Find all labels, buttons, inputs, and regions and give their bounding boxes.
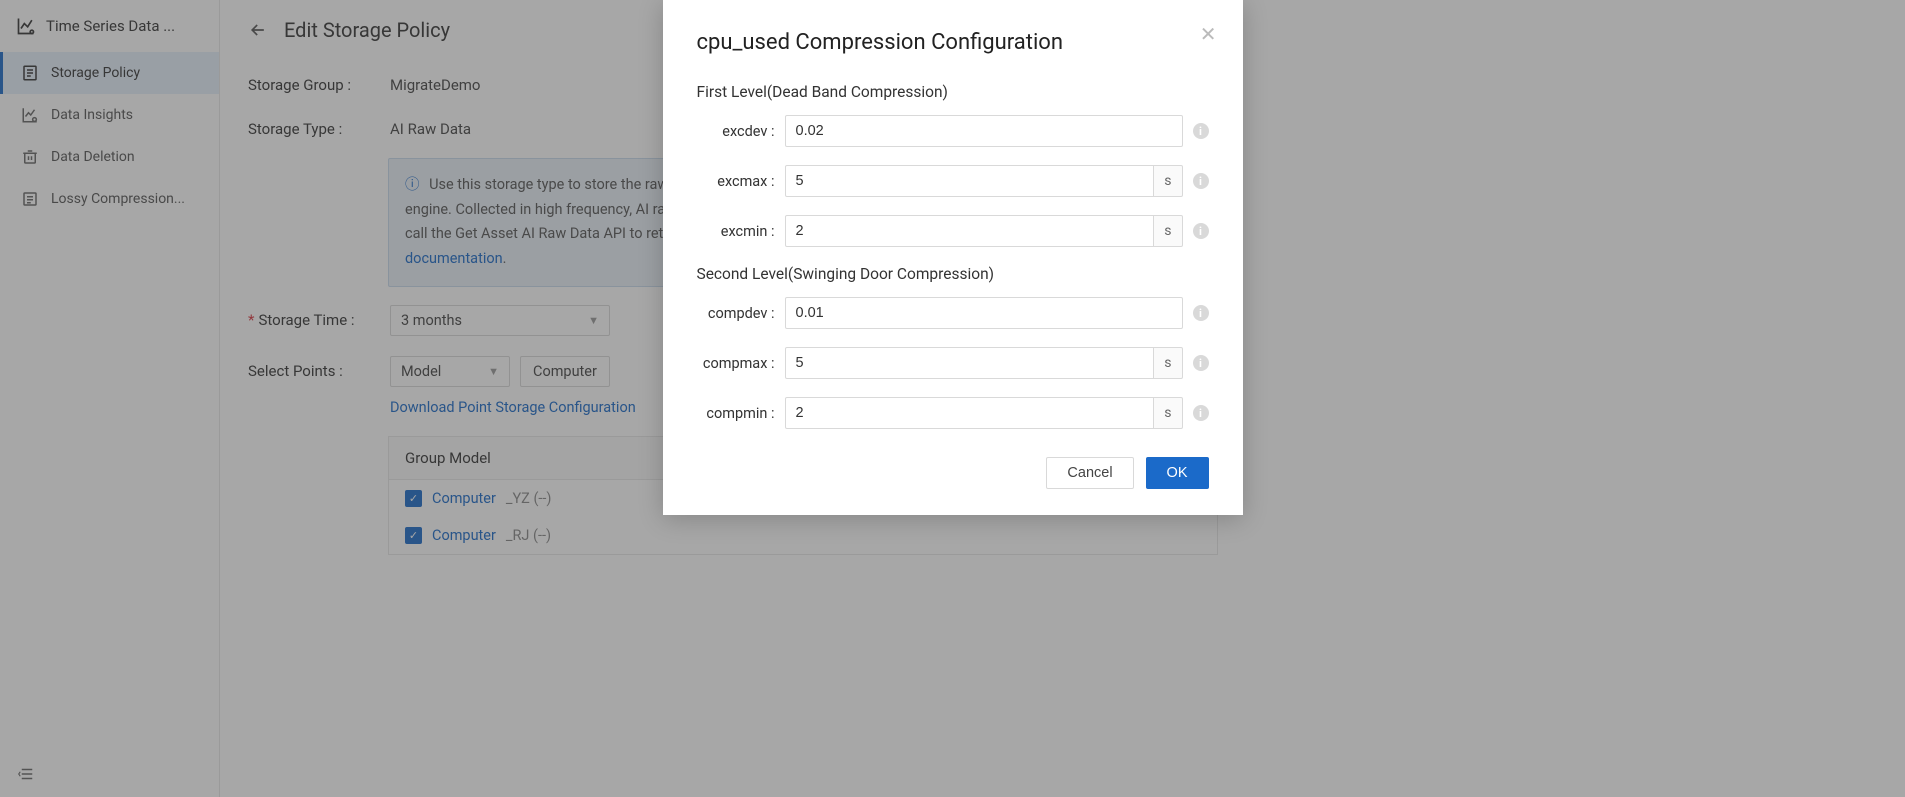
info-icon[interactable]: i xyxy=(1193,405,1209,421)
cancel-button[interactable]: Cancel xyxy=(1046,457,1133,489)
info-icon[interactable]: i xyxy=(1193,305,1209,321)
info-icon[interactable]: i xyxy=(1193,173,1209,189)
excmin-label: excmin : xyxy=(697,223,775,240)
excmax-label: excmax : xyxy=(697,173,775,190)
compmin-unit: s xyxy=(1154,397,1182,429)
compmin-input[interactable] xyxy=(785,397,1155,429)
compmax-label: compmax : xyxy=(697,355,775,372)
info-icon[interactable]: i xyxy=(1193,123,1209,139)
excmax-unit: s xyxy=(1154,165,1182,197)
compdev-label: compdev : xyxy=(697,305,775,322)
excmin-input[interactable] xyxy=(785,215,1155,247)
compmax-unit: s xyxy=(1154,347,1182,379)
compmin-label: compmin : xyxy=(697,405,775,422)
close-icon[interactable]: ✕ xyxy=(1200,22,1217,46)
compression-config-modal: ✕ cpu_used Compression Configuration Fir… xyxy=(663,0,1243,515)
compdev-input[interactable] xyxy=(785,297,1183,329)
first-level-section-label: First Level(Dead Band Compression) xyxy=(697,83,1209,101)
ok-button[interactable]: OK xyxy=(1146,457,1209,489)
second-level-section-label: Second Level(Swinging Door Compression) xyxy=(697,265,1209,283)
excdev-input[interactable] xyxy=(785,115,1183,147)
excdev-label: excdev : xyxy=(697,123,775,140)
excmax-input[interactable] xyxy=(785,165,1155,197)
info-icon[interactable]: i xyxy=(1193,355,1209,371)
compmax-input[interactable] xyxy=(785,347,1155,379)
modal-title: cpu_used Compression Configuration xyxy=(697,30,1209,55)
info-icon[interactable]: i xyxy=(1193,223,1209,239)
excmin-unit: s xyxy=(1154,215,1182,247)
